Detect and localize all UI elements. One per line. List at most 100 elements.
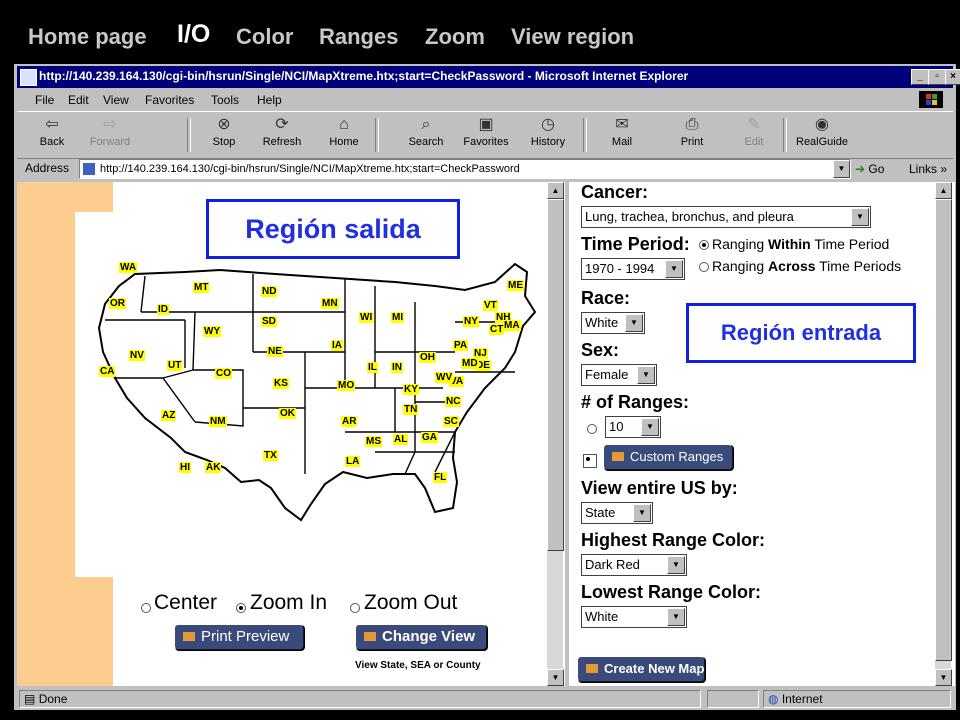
state-label-wi[interactable]: WI [359, 312, 374, 323]
toolbar-mail-button[interactable]: ✉ Mail [593, 116, 651, 156]
restore-button[interactable]: ▫ [928, 69, 946, 85]
toolbar-home-button[interactable]: ⌂ Home [315, 116, 373, 156]
toolbar-back-button[interactable]: ⇦ Back [23, 116, 81, 156]
scroll-thumb[interactable] [547, 199, 564, 551]
state-label-or[interactable]: OR [109, 298, 126, 309]
state-label-oh[interactable]: OH [419, 352, 436, 363]
race-select[interactable]: White ▼ [581, 312, 645, 334]
state-label-ma[interactable]: MA [503, 320, 521, 331]
radio-ranging-across[interactable] [699, 262, 709, 272]
state-label-hi[interactable]: HI [179, 462, 191, 473]
state-label-al[interactable]: AL [393, 434, 409, 445]
state-label-mo[interactable]: MO [337, 380, 356, 391]
state-label-nm[interactable]: NM [209, 416, 227, 427]
close-button[interactable]: × [945, 69, 960, 85]
options-frame-scrollbar[interactable]: ▲ ▼ [935, 182, 952, 686]
menu-tools[interactable]: Tools [211, 93, 239, 107]
state-label-ms[interactable]: MS [365, 436, 382, 447]
state-label-vt[interactable]: VT [483, 300, 498, 311]
toolbar-favorites-button[interactable]: ▣ Favorites [457, 116, 515, 156]
create-new-map-button[interactable]: Create New Map [577, 656, 705, 682]
menu-file[interactable]: File [35, 93, 54, 107]
state-label-wa[interactable]: WA [119, 262, 138, 273]
state-label-mi[interactable]: MI [391, 312, 405, 323]
nav-color[interactable]: Color [236, 24, 293, 50]
state-label-wv[interactable]: WV [435, 372, 454, 383]
state-label-id[interactable]: ID [157, 304, 169, 315]
state-label-ga[interactable]: GA [421, 432, 438, 443]
radio-zoom-out[interactable] [350, 603, 360, 613]
time-period-select[interactable]: 1970 - 1994 ▼ [581, 258, 685, 280]
radio-center[interactable] [141, 603, 151, 613]
radio-zoom-in[interactable] [236, 603, 246, 613]
state-label-tx[interactable]: TX [263, 450, 278, 461]
state-label-in[interactable]: IN [391, 362, 403, 373]
toolbar-realguide-button[interactable]: ◉ RealGuide [793, 116, 851, 156]
address-input[interactable]: http://140.239.164.130/cgi-bin/hsrun/Sin… [79, 159, 851, 179]
radio-ranging-within[interactable] [699, 240, 709, 250]
state-label-me[interactable]: ME [507, 280, 524, 291]
custom-ranges-button[interactable]: Custom Ranges [603, 444, 733, 470]
scroll-down-button[interactable]: ▼ [547, 669, 564, 686]
state-label-mt[interactable]: MT [193, 282, 210, 293]
radio-custom-ranges[interactable] [583, 454, 597, 468]
minimize-button[interactable]: _ [911, 69, 929, 85]
menu-favorites[interactable]: Favorites [145, 93, 194, 107]
sex-select[interactable]: Female ▼ [581, 364, 657, 386]
menu-help[interactable]: Help [257, 93, 282, 107]
state-label-mn[interactable]: MN [321, 298, 339, 309]
state-label-nv[interactable]: NV [129, 350, 145, 361]
scroll-up-button[interactable]: ▲ [935, 182, 952, 199]
nav-view-region[interactable]: View region [511, 24, 634, 50]
ranges-select[interactable]: 10 ▼ [605, 416, 661, 438]
nav-zoom[interactable]: Zoom [425, 24, 485, 50]
state-label-tn[interactable]: TN [403, 404, 419, 415]
state-label-ia[interactable]: IA [331, 340, 343, 351]
scroll-thumb[interactable] [935, 199, 952, 661]
state-label-ar[interactable]: AR [341, 416, 358, 427]
state-label-ky[interactable]: KY [403, 384, 419, 395]
toolbar-stop-button[interactable]: ⊗ Stop [195, 116, 253, 156]
cancer-select[interactable]: Lung, trachea, bronchus, and pleura ▼ [581, 206, 871, 228]
state-label-sc[interactable]: SC [443, 416, 459, 427]
state-label-nd[interactable]: ND [261, 286, 278, 297]
state-label-ca[interactable]: CA [99, 366, 116, 377]
toolbar-refresh-button[interactable]: ⟳ Refresh [253, 116, 311, 156]
radio-number-of-ranges[interactable] [587, 424, 597, 434]
go-button[interactable]: ➔ Go [855, 160, 903, 178]
nav-ranges[interactable]: Ranges [319, 24, 398, 50]
toolbar-print-button[interactable]: ⎙ Print [663, 116, 721, 156]
state-label-fl[interactable]: FL [433, 472, 448, 483]
state-label-ks[interactable]: KS [273, 378, 289, 389]
state-label-sd[interactable]: SD [261, 316, 277, 327]
state-label-ok[interactable]: OK [279, 408, 296, 419]
state-label-ny[interactable]: NY [463, 316, 479, 327]
state-label-wy[interactable]: WY [203, 326, 222, 337]
toolbar-history-button[interactable]: ◷ History [519, 116, 577, 156]
scroll-up-button[interactable]: ▲ [547, 182, 564, 199]
state-label-ak[interactable]: AK [205, 462, 222, 473]
state-label-az[interactable]: AZ [161, 410, 177, 421]
state-label-ct[interactable]: CT [489, 324, 505, 335]
toolbar-search-button[interactable]: ⌕ Search [397, 116, 455, 156]
address-dropdown-button[interactable]: ▼ [833, 160, 850, 178]
menu-edit[interactable]: Edit [68, 93, 89, 107]
nav-io[interactable]: I/O [177, 20, 210, 49]
nav-home-page[interactable]: Home page [28, 24, 147, 50]
map-frame-scrollbar[interactable]: ▲ ▼ [547, 182, 564, 686]
state-label-ne[interactable]: NE [267, 346, 283, 357]
state-label-pa[interactable]: PA [453, 340, 469, 351]
lowest-color-select[interactable]: White ▼ [581, 606, 687, 628]
scroll-down-button[interactable]: ▼ [935, 669, 952, 686]
print-preview-button[interactable]: Print Preview [174, 624, 304, 650]
state-label-md[interactable]: MD [461, 358, 479, 369]
change-view-button[interactable]: Change View [355, 624, 487, 650]
state-label-nc[interactable]: NC [445, 396, 462, 407]
highest-color-select[interactable]: Dark Red ▼ [581, 554, 687, 576]
state-label-co[interactable]: CO [215, 368, 232, 379]
state-label-ut[interactable]: UT [167, 360, 183, 371]
state-label-la[interactable]: LA [345, 456, 361, 467]
toolbar-edit-button[interactable]: ✎ Edit [725, 116, 783, 156]
toolbar-forward-button[interactable]: ⇨ Forward [81, 116, 139, 156]
state-label-il[interactable]: IL [367, 362, 378, 373]
